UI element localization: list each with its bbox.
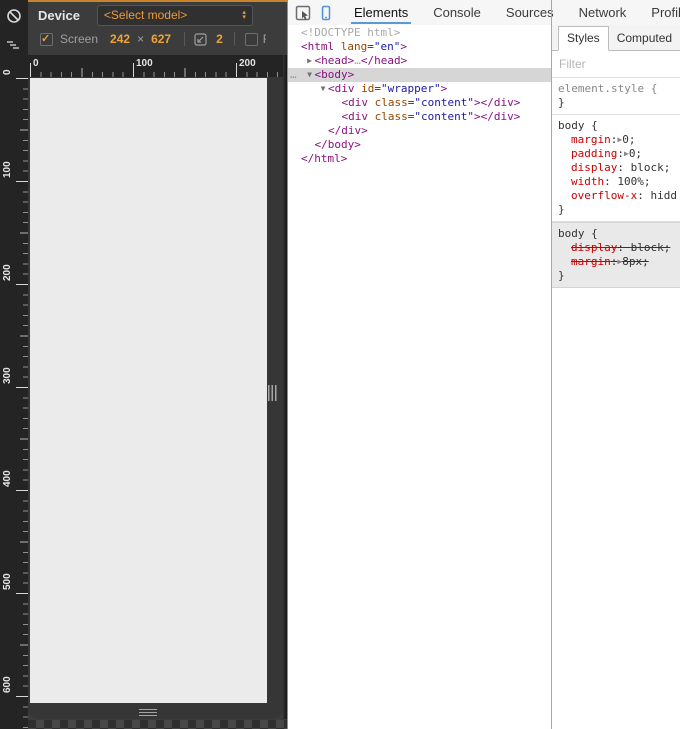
style-rule-block: element.style {} bbox=[552, 78, 680, 115]
style-line[interactable]: } bbox=[552, 203, 680, 217]
screen-checkbox[interactable] bbox=[40, 32, 53, 46]
style-line[interactable]: body { bbox=[552, 119, 680, 133]
style-line[interactable]: overflow-x: hidd bbox=[552, 189, 680, 203]
style-line[interactable]: margin:▶0; bbox=[552, 133, 680, 147]
tree-row[interactable]: <div class="content"></div> bbox=[288, 110, 551, 124]
v-ruler-label: 200 bbox=[2, 264, 13, 281]
style-line[interactable]: } bbox=[552, 96, 680, 110]
style-line[interactable]: } bbox=[552, 269, 680, 283]
device-model-select[interactable]: <Select model> ▴ ▾ bbox=[96, 4, 253, 26]
panel-accent-bar bbox=[28, 0, 287, 2]
resize-handle-right[interactable] bbox=[268, 385, 277, 401]
swap-dimensions-icon[interactable] bbox=[194, 32, 207, 46]
background-checker-strip bbox=[28, 720, 287, 729]
v-ruler-label: 600 bbox=[2, 676, 13, 693]
resize-handle-bottom[interactable] bbox=[139, 709, 157, 716]
network-conditions-icon[interactable] bbox=[6, 38, 22, 54]
toolbar-divider bbox=[233, 32, 235, 46]
fit-label-clipped: F bbox=[263, 32, 266, 46]
styles-filter-input[interactable] bbox=[552, 51, 680, 77]
style-line[interactable]: display: block; bbox=[552, 161, 680, 175]
fit-checkbox[interactable] bbox=[244, 32, 258, 46]
tree-row[interactable]: … ▼ <body> bbox=[288, 68, 551, 82]
tree-row[interactable]: </html> bbox=[288, 152, 551, 166]
styles-sidebar: StylesComputedE element.style {}body {ma… bbox=[552, 25, 680, 729]
tree-row[interactable]: </div> bbox=[288, 124, 551, 138]
tree-row[interactable]: <!DOCTYPE html> bbox=[288, 26, 551, 40]
no-overrides-icon[interactable] bbox=[6, 8, 22, 24]
devtools-device-emulation-window: 0 100 200 300 400 500 600 Device <Select model… bbox=[0, 0, 680, 729]
style-rule-block: body {margin:▶0; padding:▶0; display: bloc… bbox=[552, 115, 680, 222]
h-ruler-label: 200 bbox=[239, 58, 256, 69]
v-ruler-label: 500 bbox=[2, 573, 13, 590]
sidebar-tab-styles[interactable]: Styles bbox=[558, 26, 609, 51]
v-ruler-label: 0 bbox=[2, 69, 13, 75]
device-pixel-ratio-value[interactable]: 2 bbox=[216, 32, 223, 46]
style-line[interactable]: body { bbox=[552, 227, 680, 241]
style-rule-block: body {display: block; margin:▶8px;} bbox=[552, 222, 680, 288]
tab-sources[interactable]: Sources bbox=[505, 0, 555, 25]
h-ruler-label: 0 bbox=[33, 58, 39, 69]
times-sign: × bbox=[137, 32, 145, 46]
node-gutter-dots: … bbox=[290, 68, 297, 81]
device-screen-viewport[interactable] bbox=[30, 78, 267, 703]
screen-height-value[interactable]: 627 bbox=[151, 32, 171, 46]
tree-row[interactable]: <html lang="en"> bbox=[288, 40, 551, 54]
style-line[interactable]: display: block; bbox=[552, 241, 680, 255]
tab-console[interactable]: Console bbox=[432, 0, 482, 25]
disclosure-right-icon[interactable]: ▶ bbox=[305, 54, 315, 68]
device-model-value: <Select model> bbox=[103, 8, 188, 22]
toggle-device-mode-icon[interactable] bbox=[318, 4, 334, 22]
disclosure-down-icon[interactable]: ▼ bbox=[318, 82, 328, 96]
style-line[interactable]: width: 100%; bbox=[552, 175, 680, 189]
style-line[interactable]: element.style { bbox=[552, 82, 680, 96]
style-blocks: element.style {} body {margin:▶0; padding:… bbox=[552, 78, 680, 288]
tab-elements[interactable]: Elements bbox=[350, 0, 412, 25]
tree-row[interactable]: </body> bbox=[288, 138, 551, 152]
inspect-element-icon[interactable] bbox=[295, 4, 311, 22]
devtools-panel: Elements Console Sources Network Profiles <!… bbox=[287, 0, 680, 729]
style-line[interactable]: padding:▶0; bbox=[552, 147, 680, 161]
h-ruler-label: 100 bbox=[136, 58, 153, 69]
sidebar-tab-computed[interactable]: Computed bbox=[609, 27, 680, 50]
devtools-tabs: Elements Console Sources Network Profiles bbox=[350, 0, 680, 25]
styles-filter-row bbox=[552, 51, 680, 78]
screen-width-value[interactable]: 242 bbox=[110, 32, 130, 46]
disclosure-down-icon[interactable]: ▼ bbox=[305, 68, 315, 82]
left-icon-strip: 0 100 200 300 400 500 600 bbox=[0, 0, 28, 729]
style-line[interactable]: margin:▶8px; bbox=[552, 255, 680, 269]
v-ruler-label: 100 bbox=[2, 161, 13, 178]
select-stepper-icon: ▴ ▾ bbox=[242, 9, 246, 21]
v-ruler-label: 400 bbox=[2, 470, 13, 487]
v-ruler-label: 300 bbox=[2, 367, 13, 384]
tree-row[interactable]: ▼ <div id="wrapper"> bbox=[288, 82, 551, 96]
device-toolbar-row2: Screen 242 × 627 2 F bbox=[28, 28, 287, 50]
device-emulation-panel: Device <Select model> ▴▾ Screen 242 × 62… bbox=[28, 0, 287, 729]
tree-row[interactable]: <div class="content"></div> bbox=[288, 96, 551, 110]
devtools-toolbar: Elements Console Sources Network Profiles bbox=[288, 0, 680, 25]
horizontal-ruler: 0 100 200 bbox=[28, 55, 287, 77]
toolbar-divider bbox=[184, 32, 186, 46]
device-frame bbox=[28, 77, 283, 719]
device-toolbar-row1: Device <Select model> ▴ ▾ bbox=[28, 4, 287, 26]
tree-row[interactable]: ▶ <head>…</head> bbox=[288, 54, 551, 68]
sidebar-tabs: StylesComputedE bbox=[552, 25, 680, 51]
screen-label: Screen bbox=[60, 32, 99, 46]
tab-network[interactable]: Network bbox=[578, 0, 628, 25]
tab-profiles[interactable]: Profiles bbox=[650, 0, 680, 25]
elements-tree: <!DOCTYPE html> <html lang="en"> ▶ <head>…<… bbox=[288, 25, 551, 729]
device-label: Device bbox=[38, 7, 80, 23]
